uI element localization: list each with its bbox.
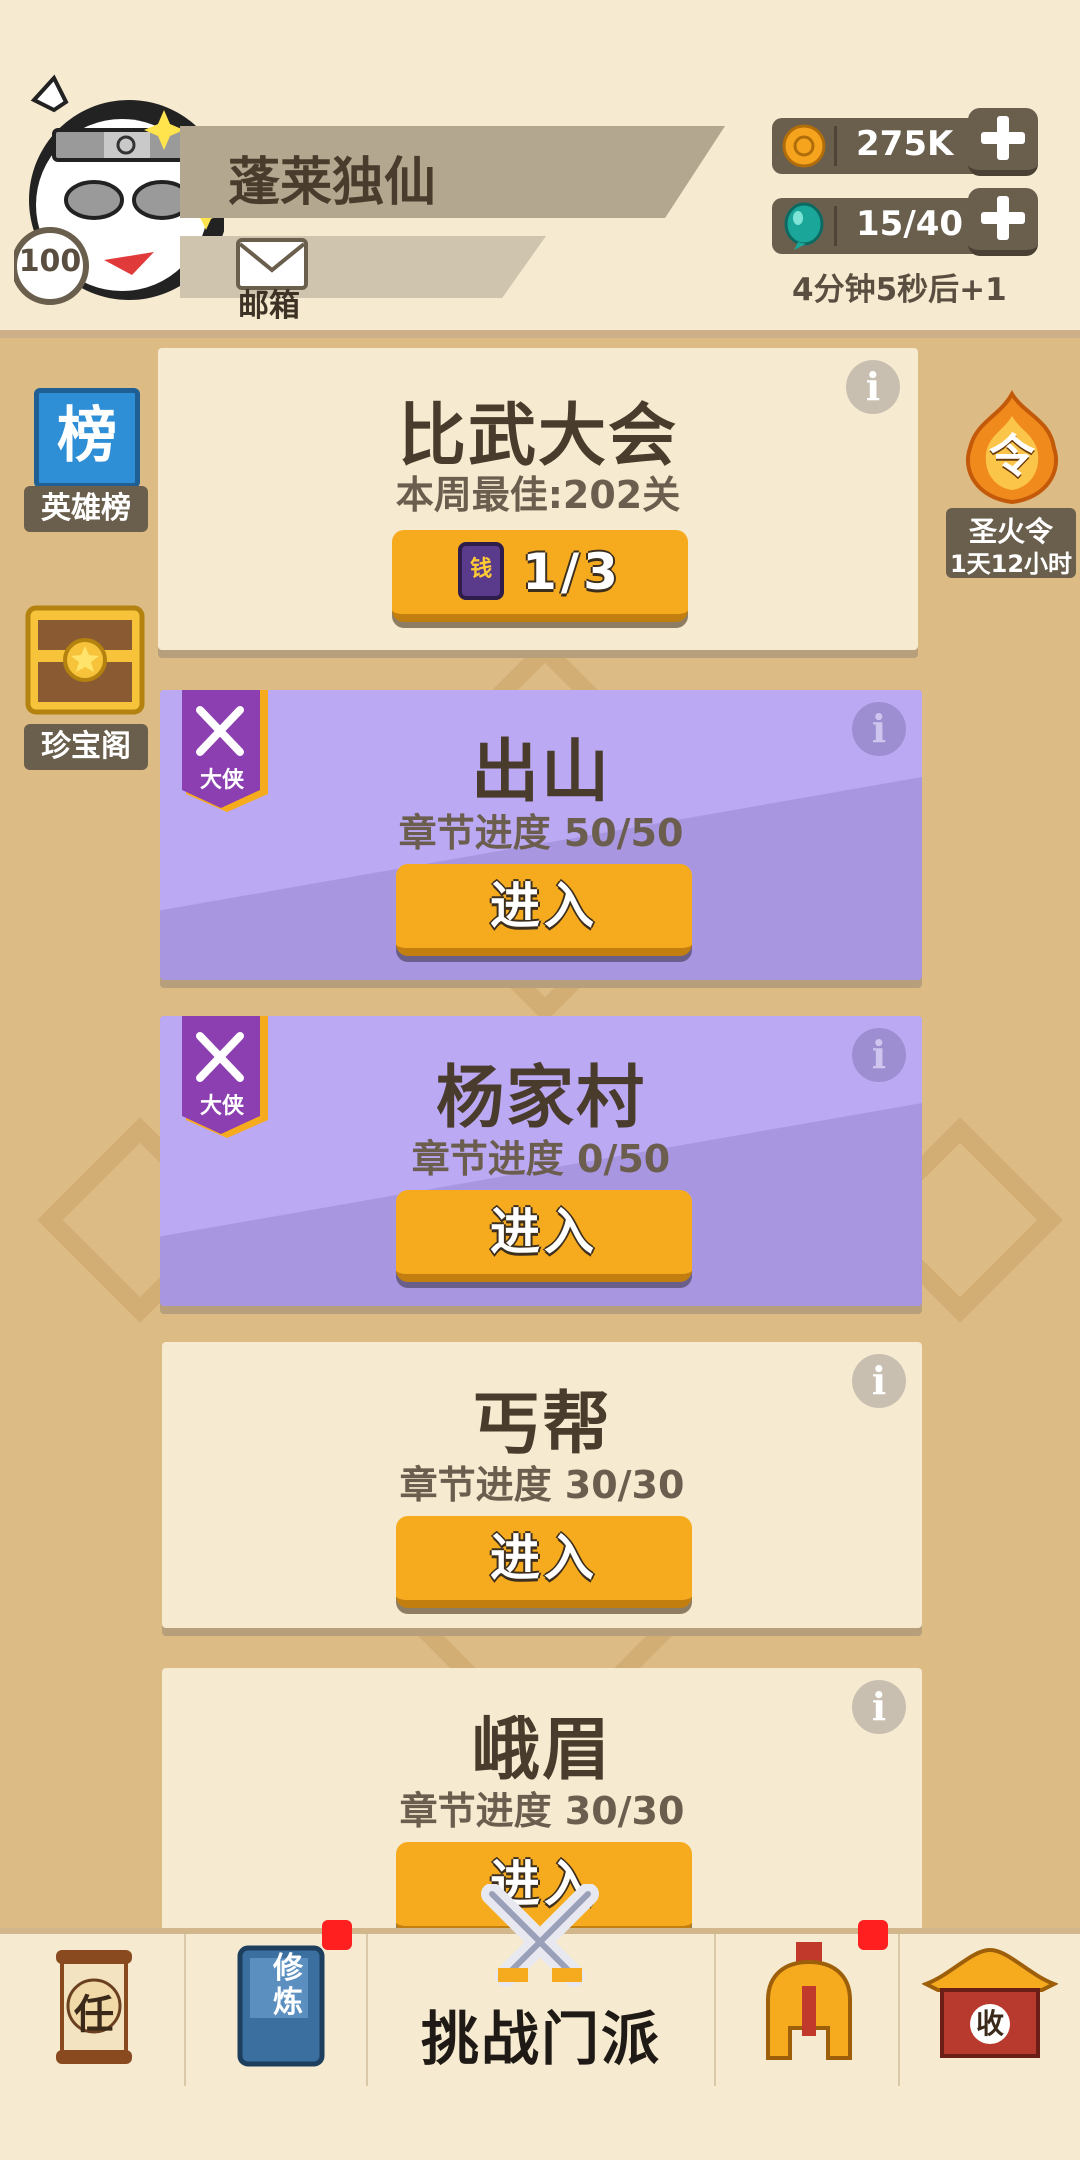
equipment-notification-dot — [858, 1920, 888, 1950]
tournament-tickets-button[interactable]: 钱 1/3 — [392, 530, 688, 622]
challenge-sect-label: 挑战门派 — [420, 2005, 661, 2073]
top-header: 100 蓬莱独仙 邮箱 275K 15/40 4分钟5秒后+1 — [0, 0, 1080, 338]
hero-rank-badge: 大侠 — [199, 768, 244, 793]
ticket-icon: 钱 — [458, 541, 505, 600]
stamina-drop-icon — [784, 202, 824, 250]
enter-chapter-button[interactable]: 进入 — [396, 864, 692, 956]
cultivate-icon-text: 修炼 — [273, 1951, 303, 2020]
bottom-safe-area — [0, 2086, 1080, 2160]
treasure-button[interactable]: 珍宝阁 — [20, 600, 150, 776]
chapter-title: 峨眉 — [471, 1711, 612, 1790]
nav-collection[interactable]: 收 — [900, 1934, 1080, 2092]
leaderboard-button[interactable]: 榜 英雄榜 — [20, 384, 150, 534]
hero-rank-badge: 大侠 — [199, 1094, 244, 1119]
chapter-progress: 章节进度 30/30 — [399, 1789, 685, 1833]
ticket-icon-char: 钱 — [470, 556, 493, 582]
leaderboard-icon-char: 榜 — [57, 401, 117, 471]
leaderboard-icon: 榜 — [34, 388, 140, 488]
stamina-timer: 4分钟5秒后+1 — [792, 272, 1007, 308]
add-stamina-button[interactable] — [968, 188, 1038, 256]
task-icon-char: 任 — [74, 1992, 114, 2038]
enter-chapter-button[interactable]: 进入 — [396, 1516, 692, 1608]
nav-equipment[interactable] — [714, 1920, 900, 2092]
coins-separator — [834, 126, 837, 166]
chapter-card: 大侠 i 出山 章节进度 50/50 进入 — [160, 690, 922, 980]
player-name: 蓬莱独仙 — [228, 153, 437, 213]
treasure-chest-icon — [25, 605, 145, 715]
add-coins-button[interactable] — [968, 108, 1038, 176]
cultivate-notification-dot — [322, 1920, 352, 1950]
nav-tasks[interactable]: 任 — [0, 1934, 186, 2092]
mail-label[interactable]: 邮箱 — [238, 280, 300, 325]
chapter-title: 丐帮 — [471, 1385, 612, 1464]
token-timer: 1天12小时 — [949, 550, 1073, 578]
tournament-card: i 比武大会 本周最佳:202关 钱 1/3 — [158, 348, 918, 650]
tournament-tickets: 1/3 — [522, 543, 622, 601]
stamina-separator — [834, 206, 837, 246]
leaderboard-label: 英雄榜 — [24, 486, 148, 532]
enter-chapter-button[interactable]: 进入 — [396, 1190, 692, 1282]
collection-icon-char: 收 — [975, 2007, 1004, 2040]
coin-icon — [782, 124, 826, 168]
bottom-navigation: 任 修炼 挑战门派 收 — [0, 1884, 1080, 2092]
flame-token-char: 令 — [989, 429, 1035, 483]
holy-fire-token-button[interactable]: 令 圣火令 1天12小时 — [946, 390, 1078, 580]
tournament-best: 本周最佳:202关 — [395, 473, 681, 517]
treasure-label: 珍宝阁 — [24, 724, 148, 770]
chapter-progress: 章节进度 30/30 — [399, 1463, 685, 1507]
coins-value: 275K — [856, 124, 954, 164]
chapter-card: i 丐帮 章节进度 30/30 进入 — [162, 1342, 922, 1628]
crossed-swords-icon — [481, 1884, 599, 1987]
token-info-panel: 圣火令 1天12小时 — [946, 508, 1076, 578]
chapter-title: 出山 — [470, 733, 611, 812]
chapter-title: 杨家村 — [435, 1059, 646, 1138]
nav-cultivate[interactable]: 修炼 — [186, 1920, 368, 2092]
chapter-progress: 章节进度 50/50 — [398, 811, 684, 855]
nav-challenge-sect[interactable]: 挑战门派 — [368, 1884, 714, 2092]
chapter-card: 大侠 i 杨家村 章节进度 0/50 进入 — [160, 1016, 922, 1306]
helmet-icon — [766, 1942, 852, 2060]
chapter-progress: 章节进度 0/50 — [411, 1137, 671, 1181]
stamina-value: 15/40 — [856, 204, 964, 244]
level-badge: 100 — [18, 244, 82, 279]
